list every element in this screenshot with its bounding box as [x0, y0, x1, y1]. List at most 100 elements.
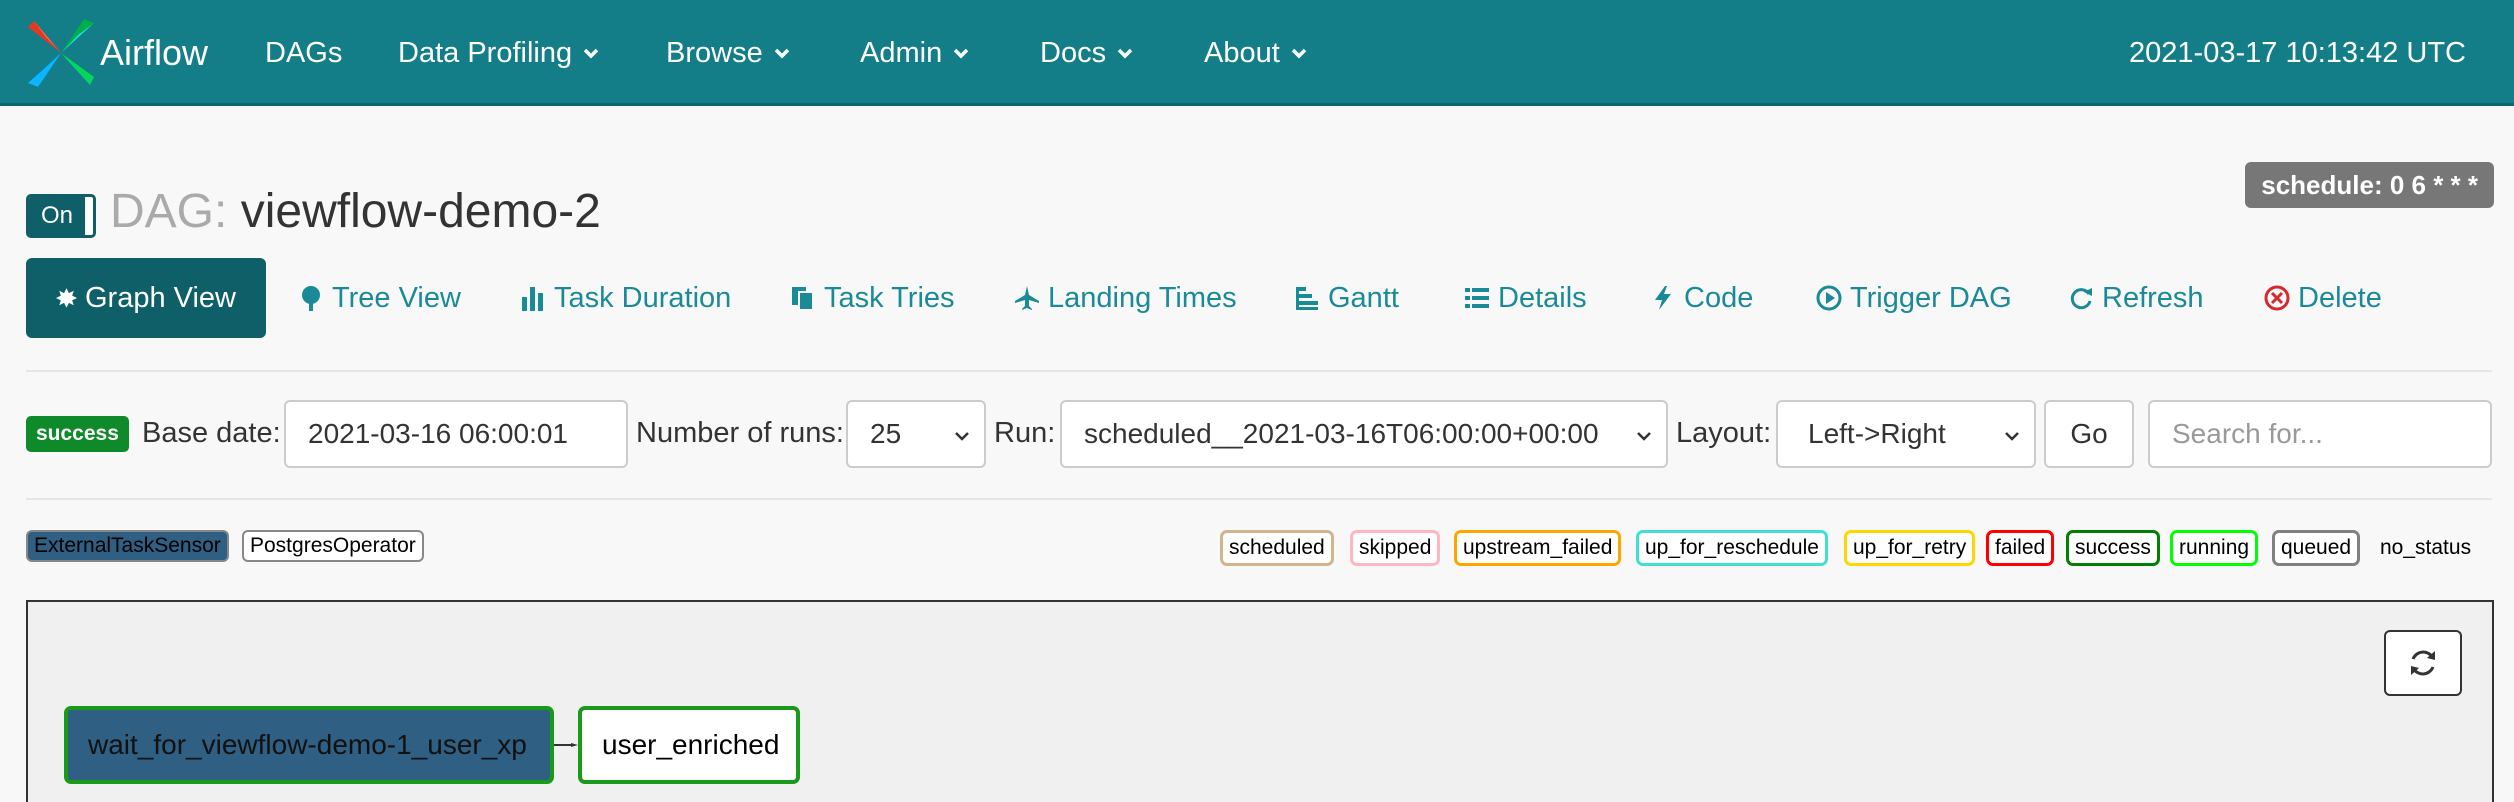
tab-task-tries[interactable]: Task Tries	[790, 258, 955, 338]
task-node-label: user_enriched	[602, 729, 780, 760]
dag-title-prefix: DAG:	[110, 185, 228, 238]
tab-tree-view[interactable]: Tree View	[298, 258, 461, 338]
divider	[26, 498, 2492, 500]
legend-state-queued[interactable]: queued	[2272, 530, 2361, 566]
tab-task-tries-label: Task Tries	[824, 281, 955, 314]
dag-run-state-badge: success	[26, 416, 129, 452]
layout-value: Left->Right	[1808, 418, 1946, 449]
layout-select[interactable]: Left->Right	[1776, 400, 2036, 468]
brand[interactable]: Airflow	[24, 18, 208, 88]
task-node-user-enriched[interactable]: user_enriched	[578, 706, 800, 784]
duplicate-icon	[792, 287, 814, 311]
chevron-down-icon	[1637, 432, 1651, 441]
legend-state-success[interactable]: success	[2066, 530, 2160, 566]
nav-dags[interactable]: DAGs	[265, 0, 342, 106]
tab-details-label: Details	[1498, 281, 1587, 314]
search-placeholder: Search for...	[2172, 418, 2323, 449]
toggle-label: On	[29, 197, 85, 235]
gantt-icon	[1296, 287, 1318, 310]
airflow-logo-icon	[28, 19, 94, 87]
dag-name: viewflow-demo-2	[240, 185, 601, 238]
tab-graph-view[interactable]: Graph View	[26, 258, 266, 338]
flash-icon	[1655, 286, 1671, 310]
tab-details[interactable]: Details	[1464, 258, 1587, 338]
list-icon	[1465, 288, 1489, 308]
chevron-down-icon	[583, 48, 599, 59]
tab-task-duration[interactable]: Task Duration	[520, 258, 731, 338]
refresh-icon	[2070, 288, 2092, 310]
legend-operator-postgresoperator: PostgresOperator	[242, 530, 424, 562]
nav-docs-label: Docs	[1040, 36, 1107, 69]
legend-operator-externaltasksensor: ExternalTaskSensor	[26, 530, 229, 562]
num-runs-select[interactable]: 25	[846, 400, 986, 468]
divider	[26, 370, 2492, 372]
nav-data-profiling[interactable]: Data Profiling	[398, 0, 600, 106]
chevron-down-icon	[2005, 432, 2019, 441]
dag-edge	[554, 743, 578, 747]
tab-trigger-dag-label: Trigger DAG	[1850, 281, 2012, 314]
certificate-icon	[56, 288, 77, 308]
nav-dags-label: DAGs	[265, 36, 343, 69]
nav-about-label: About	[1204, 36, 1280, 69]
remove-circle-icon	[2264, 285, 2290, 311]
tab-gantt-label: Gantt	[1328, 281, 1399, 314]
tree-icon	[302, 286, 320, 311]
server-time: 2021-03-17 10:13:42 UTC	[2129, 36, 2466, 69]
base-date-value: 2021-03-16 06:00:01	[308, 418, 568, 449]
tab-trigger-dag[interactable]: Trigger DAG	[1816, 258, 2012, 338]
legend-state-skipped[interactable]: skipped	[1350, 530, 1441, 566]
chevron-down-icon	[1291, 48, 1307, 59]
brand-name: Airflow	[100, 32, 209, 73]
go-button[interactable]: Go	[2044, 400, 2134, 468]
num-runs-value: 25	[870, 418, 902, 449]
run-value: scheduled__2021-03-16T06:00:00+00:00	[1084, 418, 1599, 449]
graph-refresh-button[interactable]	[2384, 630, 2462, 696]
bar-chart-icon	[522, 287, 543, 311]
nav-docs[interactable]: Docs	[1040, 0, 1134, 106]
tab-refresh-label: Refresh	[2102, 281, 2204, 314]
tab-graph-view-label: Graph View	[85, 281, 236, 314]
nav-about[interactable]: About	[1204, 0, 1308, 106]
tab-delete[interactable]: Delete	[2264, 258, 2382, 338]
legend-state-running[interactable]: running	[2170, 530, 2259, 566]
tab-code[interactable]: Code	[1650, 258, 1753, 338]
legend-state-scheduled[interactable]: scheduled	[1220, 530, 1334, 566]
dag-on-toggle[interactable]: On	[26, 194, 96, 238]
legend-state-up-for-retry[interactable]: up_for_retry	[1844, 530, 1976, 566]
top-navbar: Airflow DAGs Data Profiling Browse Admin…	[0, 0, 2514, 106]
search-input[interactable]: Search for...	[2148, 400, 2492, 468]
num-runs-label: Number of runs:	[636, 416, 844, 449]
tab-code-label: Code	[1684, 281, 1754, 314]
tab-landing-times-label: Landing Times	[1048, 281, 1237, 314]
tab-tree-view-label: Tree View	[332, 281, 461, 314]
tab-refresh[interactable]: Refresh	[2068, 258, 2204, 338]
task-node-label: wait_for_viewflow-demo-1_user_xp	[88, 729, 527, 760]
nav-browse[interactable]: Browse	[666, 0, 791, 106]
legend-state-up-for-reschedule[interactable]: up_for_reschedule	[1636, 530, 1828, 566]
legend-state-no-status[interactable]: no_status	[2374, 530, 2477, 566]
nav-data-profiling-label: Data Profiling	[398, 36, 573, 69]
chevron-down-icon	[1117, 48, 1133, 59]
nav-admin[interactable]: Admin	[860, 0, 970, 106]
chevron-down-icon	[953, 48, 969, 59]
legend-state-failed[interactable]: failed	[1986, 530, 2055, 566]
plane-icon	[1015, 286, 1039, 310]
tab-delete-label: Delete	[2298, 281, 2382, 314]
tab-gantt[interactable]: Gantt	[1294, 258, 1399, 338]
chevron-down-icon	[955, 432, 969, 441]
refresh-icon	[2411, 650, 2435, 676]
tab-landing-times[interactable]: Landing Times	[1014, 258, 1237, 338]
base-date-input[interactable]: 2021-03-16 06:00:01	[284, 400, 628, 468]
layout-label: Layout:	[1676, 416, 1772, 449]
play-circle-icon	[1816, 285, 1842, 311]
base-date-label: Base date:	[142, 416, 281, 449]
page-title: DAG: viewflow-demo-2	[110, 180, 601, 244]
schedule-badge: schedule: 0 6 * * *	[2245, 162, 2494, 208]
chevron-down-icon	[774, 48, 789, 59]
run-select[interactable]: scheduled__2021-03-16T06:00:00+00:00	[1060, 400, 1668, 468]
legend-state-upstream-failed[interactable]: upstream_failed	[1454, 530, 1622, 566]
task-node-wait-for-viewflow-demo-1-user-xp[interactable]: wait_for_viewflow-demo-1_user_xp	[64, 706, 554, 784]
nav-browse-label: Browse	[666, 36, 763, 69]
nav-admin-label: Admin	[860, 36, 943, 69]
run-label: Run:	[994, 416, 1056, 449]
